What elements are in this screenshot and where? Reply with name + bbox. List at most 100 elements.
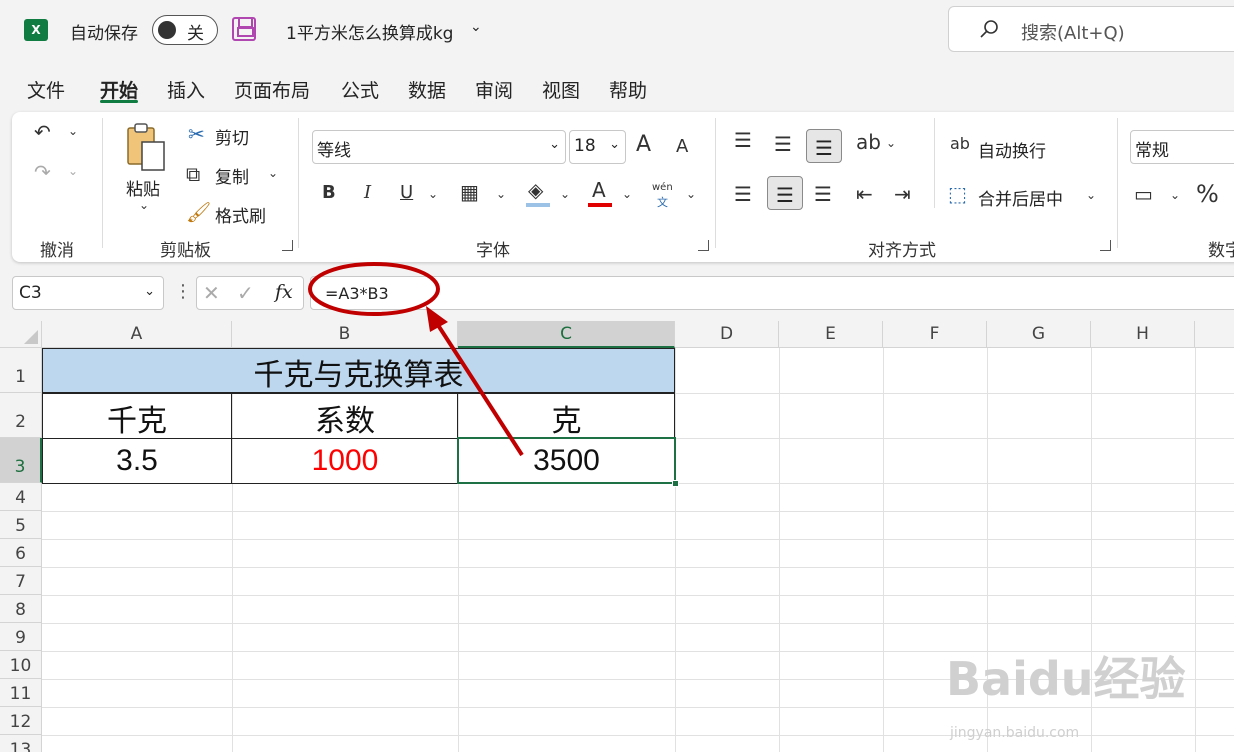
confirm-icon[interactable]: ✓ bbox=[237, 281, 254, 305]
copy-label[interactable]: 复制 bbox=[215, 163, 249, 188]
align-left-icon[interactable]: ☰ bbox=[734, 182, 752, 206]
row-header-10[interactable]: 10 bbox=[0, 651, 42, 679]
tab-review[interactable]: 审阅 bbox=[475, 76, 513, 103]
font-name-select[interactable]: 等线 ⌄ bbox=[312, 130, 566, 164]
tab-page-layout[interactable]: 页面布局 bbox=[234, 76, 310, 103]
italic-button[interactable]: I bbox=[364, 182, 371, 203]
row-header-1[interactable]: 1 bbox=[0, 348, 42, 393]
fill-color-icon[interactable]: ◈ bbox=[528, 178, 543, 202]
tab-help[interactable]: 帮助 bbox=[609, 76, 647, 103]
document-title[interactable]: 1平方米怎么换算成kg bbox=[286, 19, 453, 44]
chevron-down-icon[interactable]: ⌄ bbox=[428, 187, 438, 201]
increase-indent-icon[interactable]: ⇥ bbox=[894, 182, 911, 206]
accounting-format-icon[interactable]: ▭ bbox=[1134, 182, 1153, 206]
percent-button[interactable]: % bbox=[1196, 180, 1219, 208]
tab-insert[interactable]: 插入 bbox=[167, 76, 205, 103]
tab-data[interactable]: 数据 bbox=[408, 76, 446, 103]
fill-handle[interactable] bbox=[672, 480, 679, 487]
row-header-13[interactable]: 13 bbox=[0, 735, 42, 752]
row-header-3[interactable]: 3 bbox=[0, 438, 42, 483]
align-right-icon[interactable]: ☰ bbox=[814, 182, 832, 206]
number-format-select[interactable]: 常规 bbox=[1130, 130, 1234, 164]
scissors-icon[interactable]: ✂ bbox=[188, 122, 205, 146]
copy-icon[interactable]: ⧉ bbox=[186, 162, 200, 186]
align-center-button[interactable]: ☰ bbox=[767, 176, 803, 210]
chevron-down-icon[interactable]: ⌄ bbox=[470, 19, 482, 35]
row-header-7[interactable]: 7 bbox=[0, 567, 42, 595]
tab-formulas[interactable]: 公式 bbox=[341, 76, 379, 103]
cell-c2[interactable]: 克 bbox=[458, 396, 675, 440]
chevron-down-icon[interactable]: ⌄ bbox=[68, 164, 78, 178]
redo-icon[interactable]: ↷ bbox=[34, 160, 51, 184]
format-painter-icon[interactable]: 🖌 bbox=[186, 200, 211, 224]
column-header-b[interactable]: B bbox=[232, 321, 458, 348]
select-all-button[interactable] bbox=[0, 321, 42, 348]
chevron-down-icon[interactable]: ⌄ bbox=[268, 166, 278, 180]
cell-a3[interactable]: 3.5 bbox=[42, 444, 232, 478]
undo-icon[interactable]: ↶ bbox=[34, 120, 51, 144]
wrap-text-label[interactable]: 自动换行 bbox=[978, 137, 1046, 162]
cancel-icon[interactable]: ✕ bbox=[203, 281, 220, 305]
borders-icon[interactable]: ▦ bbox=[460, 180, 479, 204]
chevron-down-icon[interactable]: ⌄ bbox=[1170, 188, 1180, 202]
row-header-5[interactable]: 5 bbox=[0, 511, 42, 539]
merge-center-icon[interactable]: ⬚ bbox=[948, 182, 967, 206]
cell-b3[interactable]: 1000 bbox=[232, 444, 458, 478]
column-header-a[interactable]: A bbox=[42, 321, 232, 348]
decrease-indent-icon[interactable]: ⇤ bbox=[856, 182, 873, 206]
grow-font-icon[interactable]: A bbox=[636, 132, 651, 157]
insert-function-icon[interactable]: fx bbox=[275, 281, 293, 303]
chevron-down-icon[interactable]: ⌄ bbox=[68, 124, 78, 138]
alignment-launcher-icon[interactable] bbox=[1100, 240, 1111, 251]
shrink-font-icon[interactable]: A bbox=[676, 136, 688, 157]
chevron-down-icon[interactable]: ⌄ bbox=[622, 187, 632, 201]
cell-b2[interactable]: 系数 bbox=[232, 396, 458, 440]
column-header-c[interactable]: C bbox=[458, 321, 675, 348]
column-header-i[interactable] bbox=[1195, 321, 1234, 348]
column-header-f[interactable]: F bbox=[883, 321, 987, 348]
row-header-4[interactable]: 4 bbox=[0, 483, 42, 511]
chevron-down-icon[interactable]: ⌄ bbox=[139, 198, 149, 212]
row-header-6[interactable]: 6 bbox=[0, 539, 42, 567]
search-input[interactable]: 搜索(Alt+Q) bbox=[948, 6, 1234, 52]
row-header-8[interactable]: 8 bbox=[0, 595, 42, 623]
chevron-down-icon[interactable]: ⌄ bbox=[1086, 188, 1096, 202]
chevron-down-icon[interactable]: ⌄ bbox=[686, 187, 696, 201]
align-middle-icon[interactable]: ☰ bbox=[774, 132, 792, 156]
font-color-icon[interactable]: A bbox=[592, 178, 606, 202]
chevron-down-icon[interactable]: ⌄ bbox=[560, 187, 570, 201]
row-header-11[interactable]: 11 bbox=[0, 679, 42, 707]
bold-button[interactable]: B bbox=[322, 182, 336, 203]
cut-label[interactable]: 剪切 bbox=[215, 124, 249, 149]
merge-center-label[interactable]: 合并后居中 bbox=[978, 185, 1063, 210]
row-header-12[interactable]: 12 bbox=[0, 707, 42, 735]
font-launcher-icon[interactable] bbox=[698, 240, 709, 251]
wrap-text-icon[interactable]: ab bbox=[950, 134, 970, 153]
cell-a2[interactable]: 千克 bbox=[42, 396, 232, 440]
tab-home[interactable]: 开始 bbox=[100, 76, 138, 103]
paste-label[interactable]: 粘贴 bbox=[126, 175, 160, 200]
font-size-select[interactable]: 18 ⌄ bbox=[569, 130, 626, 164]
name-box[interactable]: C3 ⌄ bbox=[12, 276, 164, 310]
worksheet-grid[interactable]: A B C D E F G H 1 2 3 4 5 6 7 8 9 10 11 … bbox=[0, 321, 1234, 752]
row-header-2[interactable]: 2 bbox=[0, 393, 42, 438]
clipboard-launcher-icon[interactable] bbox=[282, 240, 293, 251]
column-header-h[interactable]: H bbox=[1091, 321, 1195, 348]
column-header-g[interactable]: G bbox=[987, 321, 1091, 348]
column-header-e[interactable]: E bbox=[779, 321, 883, 348]
row-header-9[interactable]: 9 bbox=[0, 623, 42, 651]
column-header-d[interactable]: D bbox=[675, 321, 779, 348]
phonetic-icon[interactable]: wén bbox=[652, 182, 673, 193]
save-icon[interactable] bbox=[232, 17, 256, 41]
tab-file[interactable]: 文件 bbox=[27, 76, 65, 103]
format-painter-label[interactable]: 格式刷 bbox=[215, 202, 266, 227]
align-bottom-button[interactable]: ☰ bbox=[806, 129, 842, 163]
chevron-down-icon[interactable]: ⌄ bbox=[886, 136, 896, 150]
align-top-icon[interactable]: ☰ bbox=[734, 128, 752, 152]
underline-button[interactable]: U bbox=[400, 182, 413, 203]
formula-input[interactable]: =A3*B3 bbox=[310, 276, 1234, 310]
paste-icon[interactable] bbox=[124, 122, 168, 172]
more-options-icon[interactable]: ⋮ bbox=[174, 281, 192, 302]
autosave-toggle[interactable]: 关 bbox=[152, 15, 218, 45]
chevron-down-icon[interactable]: ⌄ bbox=[496, 187, 506, 201]
